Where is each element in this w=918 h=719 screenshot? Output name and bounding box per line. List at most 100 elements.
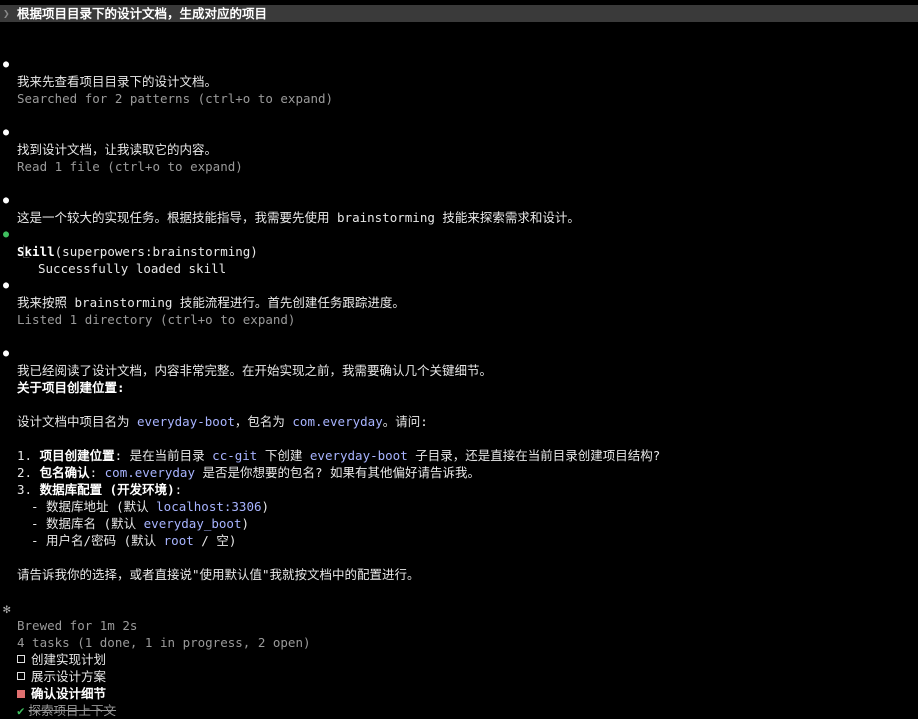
text-segment: ，包名为 xyxy=(234,414,293,429)
skill-result-text: Successfully loaded skill xyxy=(38,261,227,276)
skill-call: ● Skill(superpowers:brainstorming) xyxy=(0,209,258,259)
text-segment: 。请问: xyxy=(382,414,428,429)
message-text: 我来按照 brainstorming 技能流程进行。首先创建任务跟踪进度。 xyxy=(17,294,405,311)
sub-item: - 用户名/密码 (默认 root / 空) xyxy=(0,515,236,548)
text-segment: : xyxy=(174,482,183,497)
text-segment: ) xyxy=(261,499,270,514)
task-row: ✔ 探索项目上下文 xyxy=(17,702,116,719)
task-item: 展示设计方案 xyxy=(0,651,106,684)
text-segment: 设计文档中项目名为 xyxy=(17,414,138,429)
prompt-bar: ❯ 根据项目目录下的设计文档，生成对应的项目 xyxy=(0,5,918,22)
assistant-message: ● 我来先查看项目目录下的设计文档。 xyxy=(0,39,217,89)
assistant-message: ● 这是一个较大的实现任务。根据技能指导，我需要先使用 brainstormin… xyxy=(0,175,580,225)
task-row: 展示设计方案 xyxy=(17,668,106,685)
inline-code: brainstorming xyxy=(337,210,435,225)
task-item: 确认设计细节 xyxy=(0,668,106,701)
intro-line: 设计文档中项目名为 everyday-boot，包名为 com.everyday… xyxy=(0,396,428,429)
question-text: 1. 项目创建位置: 是在当前目录 cc-git 下创建 everyday-bo… xyxy=(17,447,660,464)
text-segment: 我来按照 xyxy=(17,295,75,310)
chevron-right-icon: ❯ xyxy=(3,7,10,20)
inline-code: root xyxy=(163,533,194,548)
assistant-message: ● 找到设计文档，让我读取它的内容。 xyxy=(0,107,217,157)
inline-code: everyday-boot xyxy=(309,448,408,463)
task-label: 创建实现计划 xyxy=(31,652,107,667)
bullet-icon: ● xyxy=(3,59,10,70)
inline-code: cc-git xyxy=(212,448,258,463)
skill-arg: (superpowers:brainstorming) xyxy=(54,244,258,259)
asterisk-icon: ✻ xyxy=(3,601,11,616)
text-segment: 下创建 xyxy=(257,448,310,463)
heading-text: 关于项目创建位置: xyxy=(17,380,125,395)
skill-result: ⎿ Successfully loaded skill xyxy=(0,226,226,276)
question-item: 2. 包名确认: com.everyday 是否是你想要的包名? 如果有其他偏好… xyxy=(0,447,480,480)
bold-text: 数据库配置 (开发环境) xyxy=(39,482,175,497)
task-label: 探索项目上下文 xyxy=(28,703,117,718)
task-label: 确认设计细节 xyxy=(31,686,107,701)
assistant-message: ● 我来按照 brainstorming 技能流程进行。首先创建任务跟踪进度。 xyxy=(0,260,405,310)
message-text: 找到设计文档，让我读取它的内容。 xyxy=(17,142,218,157)
sub-item-text: - 数据库地址 (默认 localhost:3306) xyxy=(31,498,269,515)
text-segment: 技能来探索需求和设计。 xyxy=(434,210,580,225)
message-text: 我来先查看项目目录下的设计文档。 xyxy=(17,74,218,89)
question-item: 3. 数据库配置 (开发环境): xyxy=(0,464,182,497)
skill-call-text: Skill(superpowers:brainstorming) xyxy=(17,243,258,260)
inline-code: localhost:3306 xyxy=(156,499,262,514)
task-summary: 4 tasks (1 done, 1 in progress, 2 open) xyxy=(0,617,311,650)
in-progress-square-icon xyxy=(17,690,25,698)
text-segment: 是否是你想要的包名? 如果有其他偏好请告诉我。 xyxy=(194,465,481,480)
sub-item-text: - 用户名/密码 (默认 root / 空) xyxy=(31,532,236,549)
text-segment: / 空) xyxy=(193,533,237,548)
section-heading: 关于项目创建位置: xyxy=(0,362,125,395)
tool-result-text[interactable]: Listed 1 directory (ctrl+o to expand) xyxy=(17,311,295,328)
tool-result[interactable]: Searched for 2 patterns (ctrl+o to expan… xyxy=(0,73,333,106)
task-label: 展示设计方案 xyxy=(31,669,107,684)
checkbox-empty-icon xyxy=(17,672,25,680)
sub-item: - 数据库名 (默认 everyday_boot) xyxy=(0,498,249,531)
inline-code: com.everyday xyxy=(292,414,383,429)
tool-result[interactable]: Listed 1 directory (ctrl+o to expand) xyxy=(0,294,295,327)
bold-text: 项目创建位置 xyxy=(39,448,115,463)
closing-line: 请告诉我你的选择，或者直接说"使用默认值"我就按文档中的配置进行。 xyxy=(0,549,420,582)
task-row: 创建实现计划 xyxy=(17,651,106,668)
text-segment: : 是在当前目录 xyxy=(114,448,213,463)
bullet-icon: ● xyxy=(3,127,10,138)
bullet-icon: ● xyxy=(3,280,10,291)
message-text: 这是一个较大的实现任务。根据技能指导，我需要先使用 brainstorming … xyxy=(17,209,580,226)
checkbox-empty-icon xyxy=(17,655,25,663)
list-number: 2. xyxy=(17,465,40,480)
inline-code: everyday_boot xyxy=(143,516,242,531)
bullet-icon: ● xyxy=(3,348,10,359)
brewed-status: Brewed for 1m 2s xyxy=(17,618,138,633)
task-summary-text: 4 tasks (1 done, 1 in progress, 2 open) xyxy=(17,635,311,650)
question-item: 1. 项目创建位置: 是在当前目录 cc-git 下创建 everyday-bo… xyxy=(0,430,660,463)
assistant-message: ● 我已经阅读了设计文档，内容非常完整。在开始实现之前，我需要确认几个关键细节。 xyxy=(0,328,492,378)
text-segment: - 用户名/密码 (默认 xyxy=(31,533,164,548)
inline-code: com.everyday xyxy=(104,465,195,480)
question-text: 3. 数据库配置 (开发环境): xyxy=(17,481,182,498)
task-item: ✔ 探索项目上下文 xyxy=(0,685,116,718)
bold-text: 包名确认 xyxy=(39,465,90,480)
text-segment: ) xyxy=(241,516,250,531)
tool-result-text[interactable]: Searched for 2 patterns (ctrl+o to expan… xyxy=(17,90,333,107)
list-number: 1. xyxy=(17,448,40,463)
checkmark-icon: ✔ xyxy=(17,703,25,718)
status-line: ✻ Brewed for 1m 2s xyxy=(0,583,137,633)
text-segment: - 数据库名 (默认 xyxy=(31,516,144,531)
task-row: 确认设计细节 xyxy=(17,685,106,702)
inline-code: everyday-boot xyxy=(137,414,235,429)
bullet-icon: ● xyxy=(3,195,10,206)
list-number: 3. xyxy=(17,482,40,497)
inline-code: brainstorming xyxy=(74,295,173,310)
task-item: 创建实现计划 xyxy=(0,634,106,667)
text-segment: : xyxy=(89,465,105,480)
message-text: 我已经阅读了设计文档，内容非常完整。在开始实现之前，我需要确认几个关键细节。 xyxy=(17,363,493,378)
closing-text: 请告诉我你的选择，或者直接说"使用默认值"我就按文档中的配置进行。 xyxy=(17,567,420,582)
text-segment: 这是一个较大的实现任务。根据技能指导，我需要先使用 xyxy=(17,210,338,225)
tool-result[interactable]: Read 1 file (ctrl+o to expand) xyxy=(0,141,243,174)
text-segment: - 数据库地址 (默认 xyxy=(31,499,157,514)
tool-result-text[interactable]: Read 1 file (ctrl+o to expand) xyxy=(17,158,243,175)
prompt-text: 根据项目目录下的设计文档，生成对应的项目 xyxy=(17,6,268,21)
intro-text: 设计文档中项目名为 everyday-boot，包名为 com.everyday… xyxy=(17,413,428,430)
text-segment: 技能流程进行。首先创建任务跟踪进度。 xyxy=(172,295,405,310)
tree-branch-icon: ⎿ xyxy=(17,244,30,259)
